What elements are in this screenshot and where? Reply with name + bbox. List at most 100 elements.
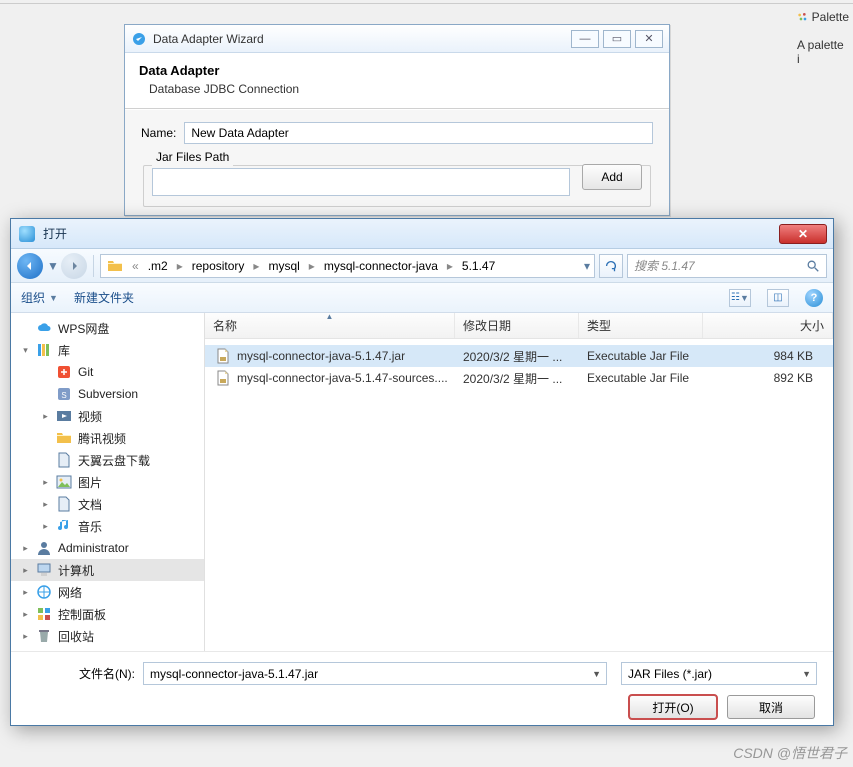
search-placeholder: 搜索 5.1.47 xyxy=(634,257,806,274)
tree-item[interactable]: ▸ 回收站 xyxy=(11,625,204,647)
file-dialog-close-button[interactable]: ✕ xyxy=(779,224,827,244)
file-dialog-titlebar[interactable]: 打开 ✕ xyxy=(11,219,833,249)
chevron-right-icon[interactable]: ▸ xyxy=(250,259,262,273)
file-dialog-title: 打开 xyxy=(43,225,779,242)
git-icon xyxy=(56,364,72,380)
net-icon xyxy=(36,584,52,600)
expand-icon[interactable]: ▸ xyxy=(41,499,50,510)
expand-icon[interactable]: ▾ xyxy=(21,345,30,356)
wizard-banner-subtitle: Database JDBC Connection xyxy=(149,82,655,96)
wizard-title: Data Adapter Wizard xyxy=(153,32,567,46)
data-adapter-wizard-window: Data Adapter Wizard — ▭ ✕ Data Adapter D… xyxy=(124,24,670,216)
view-mode-button[interactable]: ☷ ▼ xyxy=(729,289,751,307)
top-divider xyxy=(0,0,853,4)
open-file-dialog: 打开 ✕ ▼ « .m2 ▸ repository ▸ mysql ▸ mysq… xyxy=(10,218,834,726)
palette-header[interactable]: Palette xyxy=(797,10,849,24)
back-arrow-icon xyxy=(24,260,36,272)
breadcrumb-bar[interactable]: « .m2 ▸ repository ▸ mysql ▸ mysql-conne… xyxy=(100,254,595,278)
filename-combo[interactable]: mysql-connector-java-5.1.47.jar▼ xyxy=(143,662,607,685)
wizard-titlebar[interactable]: Data Adapter Wizard — ▭ ✕ xyxy=(125,25,669,53)
search-input[interactable]: 搜索 5.1.47 xyxy=(627,254,827,278)
name-label: Name: xyxy=(141,126,176,140)
file-row[interactable]: mysql-connector-java-5.1.47.jar2020/3/2 … xyxy=(205,345,833,367)
tree-item[interactable]: ▸视频 xyxy=(11,405,204,427)
expand-icon[interactable]: ▸ xyxy=(21,565,30,576)
minimize-button[interactable]: — xyxy=(571,30,599,48)
tree-item-label: WPS网盘 xyxy=(58,320,109,337)
add-button[interactable]: Add xyxy=(582,164,642,190)
sort-indicator-icon: ▲ xyxy=(326,312,334,321)
palette-icon xyxy=(797,10,808,24)
tree-item[interactable]: ▸图片 xyxy=(11,471,204,493)
maximize-button[interactable]: ▭ xyxy=(603,30,631,48)
breadcrumb-dropdown[interactable]: ▾ xyxy=(584,259,590,273)
tree-item[interactable]: Git xyxy=(11,361,204,383)
tree-item[interactable]: ▾库 xyxy=(11,339,204,361)
tree-item-label: 网络 xyxy=(58,584,82,601)
tree-item[interactable]: 天翼云盘下载 xyxy=(11,449,204,471)
expand-icon[interactable]: ▸ xyxy=(21,609,30,620)
tree-item[interactable]: ▸ 文档 xyxy=(11,493,204,515)
breadcrumb-segment[interactable]: 5.1.47 xyxy=(456,255,501,277)
video-icon xyxy=(56,408,72,424)
close-button[interactable]: ✕ xyxy=(635,30,663,48)
tree-item[interactable]: ▸ 网络 xyxy=(11,581,204,603)
tree-item[interactable]: ▸Administrator xyxy=(11,537,204,559)
back-history-dropdown[interactable]: ▼ xyxy=(47,259,57,273)
user-icon xyxy=(36,540,52,556)
column-type[interactable]: 类型 xyxy=(579,313,703,338)
jar-files-list[interactable] xyxy=(152,168,570,196)
filename-label: 文件名(N): xyxy=(27,665,135,682)
forward-button[interactable] xyxy=(61,253,87,279)
doc-icon xyxy=(56,496,72,512)
file-row[interactable]: mysql-connector-java-5.1.47-sources....2… xyxy=(205,367,833,389)
chevron-right-icon[interactable]: ▸ xyxy=(444,259,456,273)
column-size[interactable]: 大小 xyxy=(703,313,833,338)
open-button[interactable]: 打开(O) xyxy=(629,695,717,719)
new-folder-button[interactable]: 新建文件夹 xyxy=(74,289,134,306)
column-date[interactable]: 修改日期 xyxy=(455,313,579,338)
breadcrumb-segment[interactable]: repository xyxy=(186,255,251,277)
lib-icon xyxy=(36,342,52,358)
tree-item[interactable]: ▸ 计算机 xyxy=(11,559,204,581)
wizard-icon xyxy=(131,31,147,47)
file-list-header[interactable]: ▲名称 修改日期 类型 大小 xyxy=(205,313,833,339)
back-button[interactable] xyxy=(17,253,43,279)
tree-item[interactable]: ▸音乐 xyxy=(11,515,204,537)
filter-combo[interactable]: JAR Files (*.jar)▼ xyxy=(621,662,817,685)
tree-item[interactable]: Subversion xyxy=(11,383,204,405)
chevron-down-icon: ▼ xyxy=(592,669,601,679)
expand-icon[interactable]: ▸ xyxy=(21,543,30,554)
expand-icon[interactable]: ▸ xyxy=(21,587,30,598)
wizard-banner: Data Adapter Database JDBC Connection xyxy=(125,53,669,109)
tree-item[interactable]: WPS网盘 xyxy=(11,317,204,339)
tree-item-label: 文档 xyxy=(78,496,102,513)
file-rows: mysql-connector-java-5.1.47.jar2020/3/2 … xyxy=(205,339,833,389)
column-name[interactable]: ▲名称 xyxy=(205,313,455,338)
chevron-right-icon[interactable]: ▸ xyxy=(174,259,186,273)
preview-pane-button[interactable]: ◫ xyxy=(767,289,789,307)
tree-item[interactable]: ▸控制面板 xyxy=(11,603,204,625)
organize-button[interactable]: 组织▼ xyxy=(21,289,58,306)
file-dialog-icon xyxy=(19,226,35,242)
breadcrumb-segment[interactable]: .m2 xyxy=(142,255,174,277)
breadcrumb-segment[interactable]: mysql-connector-java xyxy=(318,255,444,277)
expand-icon[interactable]: ▸ xyxy=(21,631,30,642)
help-button[interactable]: ? xyxy=(805,289,823,307)
breadcrumb-segment[interactable]: mysql xyxy=(262,255,305,277)
file-type: Executable Jar File xyxy=(579,349,703,363)
name-input[interactable] xyxy=(184,122,653,144)
expand-icon[interactable]: ▸ xyxy=(41,521,50,532)
wizard-body: Name: Jar Files Path Add xyxy=(125,109,669,215)
cancel-button[interactable]: 取消 xyxy=(727,695,815,719)
expand-icon[interactable]: ▸ xyxy=(41,477,50,488)
tree-item-label: 计算机 xyxy=(58,562,94,579)
expand-icon[interactable]: ▸ xyxy=(41,411,50,422)
chevron-right-icon[interactable]: « xyxy=(129,259,142,273)
refresh-icon xyxy=(604,259,618,273)
refresh-button[interactable] xyxy=(599,254,623,278)
chevron-right-icon[interactable]: ▸ xyxy=(306,259,318,273)
tree-item-label: 回收站 xyxy=(58,628,94,645)
tree-item[interactable]: 腾讯视频 xyxy=(11,427,204,449)
navigation-tree[interactable]: WPS网盘▾库GitSubversion▸视频腾讯视频天翼云盘下载▸图片▸文档▸… xyxy=(11,313,205,651)
